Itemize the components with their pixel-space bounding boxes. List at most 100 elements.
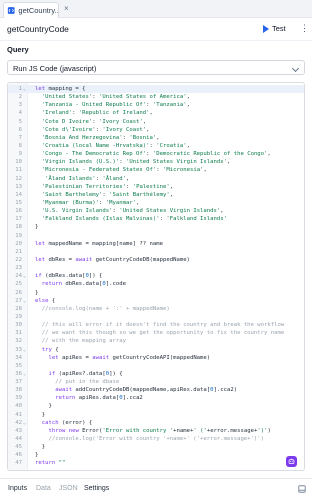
line-number: 45 <box>15 444 22 451</box>
fold-chevron-icon[interactable]: ⌄ <box>23 419 26 427</box>
code-line[interactable]: 2 'United States': 'United States of Ame… <box>8 93 304 101</box>
test-button[interactable]: Test <box>263 24 286 33</box>
code-line[interactable]: 37 // put in the dbase <box>8 378 304 386</box>
code-text: let apiRes = await getCountryCodeAPI(map… <box>48 354 211 361</box>
expand-icon[interactable] <box>298 485 306 493</box>
code-line[interactable]: 1 ⌄ let mapping = { <box>8 85 304 94</box>
code-text: 'Virgin Islands (U.S.)': 'United States … <box>41 159 231 166</box>
code-line[interactable]: 22 let dbRes = await getCountryCodeDB(map… <box>8 256 304 264</box>
code-line[interactable]: 25 return dbRes.data[0].code <box>8 280 304 288</box>
fold-chevron-icon[interactable]: ⌄ <box>23 297 26 305</box>
code-text: await addCountryCodeDB(mappedName,apiRes… <box>55 387 238 394</box>
line-number: 16 <box>15 208 22 215</box>
code-line[interactable]: 15 'Myanmar (Burma)': 'Myanmar', <box>8 199 304 207</box>
code-line[interactable]: 33 ⌄ try { <box>8 346 304 354</box>
code-line[interactable]: 16 'U.S. Virgin Islands': 'United States… <box>8 207 304 215</box>
code-line[interactable]: 47 return "" <box>8 459 304 467</box>
code-line[interactable]: 32 // with the mapping array <box>8 337 304 345</box>
fold-chevron-icon[interactable]: ⌄ <box>23 370 26 378</box>
code-line[interactable]: 44 //console.log('Error with country '+n… <box>8 435 304 443</box>
code-text: // this will error if it doesn't find th… <box>41 322 285 329</box>
code-line[interactable]: 43 throw new Error('Error with country '… <box>8 427 304 435</box>
line-number: 11 <box>15 167 22 174</box>
code-line[interactable]: 7 'Bosnia And Herzegovina': 'Bosnia', <box>8 134 304 142</box>
line-number: 5 <box>18 118 22 125</box>
tab-settings[interactable]: Settings <box>84 485 109 492</box>
tab-json[interactable]: JSON <box>59 485 78 492</box>
tab-inputs[interactable]: Inputs <box>8 485 27 492</box>
code-line[interactable]: 6 'Cote d\'Ivoire': 'Ivory Coast', <box>8 126 304 134</box>
code-line[interactable]: 31 // we want this though so we get the … <box>8 329 304 337</box>
code-text: // with the mapping array <box>41 338 126 345</box>
line-number: 9 <box>18 151 22 158</box>
code-editor[interactable]: 1 ⌄ let mapping = {2 'United States': 'Uni… <box>7 82 305 471</box>
code-line[interactable]: 45 } <box>8 443 304 451</box>
code-line[interactable]: 28 //console.log(name + ':' + mappedName… <box>8 305 304 313</box>
code-line[interactable]: 36 ⌄ if (apiRes?.data[0]) { <box>8 370 304 378</box>
code-text: if (dbRes.data[0]) { <box>35 273 103 280</box>
code-line[interactable]: 26} <box>8 289 304 297</box>
code-text: 'Ireland': 'Republic of Ireland', <box>41 110 153 117</box>
code-line[interactable]: 30 // this will error if it doesn't find… <box>8 321 304 329</box>
play-icon <box>263 24 269 33</box>
code-text: else { <box>35 297 56 304</box>
code-line[interactable]: 11 'Micronesia - Federated States Of': '… <box>8 166 304 174</box>
code-line[interactable]: 29 <box>8 313 304 321</box>
code-line[interactable]: 46} <box>8 451 304 459</box>
line-number: 47 <box>15 460 22 467</box>
fold-chevron-icon[interactable]: ⌄ <box>23 272 26 280</box>
code-line[interactable]: 17 'Falkland Islands (Islas Malvinas)': … <box>8 215 304 223</box>
code-line[interactable]: 10 'Virgin Islands (U.S.)': 'United Stat… <box>8 158 304 166</box>
code-line[interactable]: 3 'Tanzania - United Republic Of': 'Tanz… <box>8 101 304 109</box>
code-text: return apiRes.data[0].cca2 <box>55 395 143 402</box>
code-text: catch (error) { <box>41 419 93 426</box>
code-line[interactable]: 35 <box>8 362 304 370</box>
tab-data[interactable]: Data <box>36 485 51 492</box>
code-line[interactable]: 18} <box>8 223 304 231</box>
tab-getcountrycode[interactable]: getCountry... <box>3 2 59 18</box>
code-line[interactable]: 39 return apiRes.data[0].cca2 <box>8 394 304 402</box>
code-line[interactable]: 34 let apiRes = await getCountryCodeAPI(… <box>8 354 304 362</box>
line-number: 15 <box>15 199 22 206</box>
code-text: 'Micronesia - Federated States Of': 'Mic… <box>41 167 207 174</box>
code-text: throw new Error('Error with country '+na… <box>48 427 271 434</box>
code-text: } <box>35 289 39 296</box>
code-line[interactable]: 5 'Cote D Ivoire': 'Ivory Coast', <box>8 118 304 126</box>
code-line[interactable]: 4 'Ireland': 'Republic of Ireland', <box>8 109 304 117</box>
code-line[interactable]: 20 let mappedName = mapping[name] ?? name <box>8 240 304 248</box>
code-line[interactable]: 41 } <box>8 411 304 419</box>
code-line[interactable]: 40 } <box>8 402 304 410</box>
line-number: 2 <box>18 94 22 101</box>
code-line[interactable]: 13 'Palestinian Territories': 'Palestine… <box>8 183 304 191</box>
fold-chevron-icon[interactable]: ⌄ <box>23 85 26 93</box>
resource-select[interactable]: Run JS Code (javascript) <box>7 60 305 75</box>
code-line[interactable]: 8 'Croatia (local Name -Hrvatska)': 'Cro… <box>8 142 304 150</box>
code-line[interactable]: 42 ⌄ catch (error) { <box>8 419 304 427</box>
line-number: 36 <box>15 370 22 377</box>
code-file-icon <box>7 7 15 14</box>
code-line[interactable]: 14 'Saint Barthelemy': 'Saint Barthélemy… <box>8 191 304 199</box>
code-line[interactable]: 12 'Åland Islands': 'Åland', <box>8 175 304 183</box>
assistant-icon[interactable] <box>286 456 297 467</box>
fold-chevron-icon[interactable]: ⌄ <box>23 346 26 354</box>
code-text: //console.log(name + ':' + mappedName) <box>41 305 170 312</box>
code-text: 'U.S. Virgin Islands': 'United States Vi… <box>41 208 224 215</box>
code-line[interactable]: 23 <box>8 264 304 272</box>
code-text: 'Palestinian Territories': 'Palestine', <box>41 183 174 190</box>
close-icon[interactable]: × <box>64 5 69 13</box>
code-line[interactable]: 21 <box>8 248 304 256</box>
resource-select-value: Run JS Code (javascript) <box>13 64 97 73</box>
code-line[interactable]: 19 <box>8 232 304 240</box>
line-number: 32 <box>15 338 22 345</box>
line-number: 24 <box>15 273 22 280</box>
line-number: 34 <box>15 354 22 361</box>
code-line[interactable]: 27 ⌄ else { <box>8 297 304 305</box>
code-line[interactable]: 9 'Congo - The Democratic Rep Of': 'Demo… <box>8 150 304 158</box>
line-number: 41 <box>15 411 22 418</box>
line-number: 30 <box>15 322 22 329</box>
code-line[interactable]: 24 ⌄ if (dbRes.data[0]) { <box>8 272 304 280</box>
kebab-menu-icon[interactable]: ⋮ <box>300 24 309 33</box>
line-number: 28 <box>15 305 22 312</box>
code-line[interactable]: 38 await addCountryCodeDB(mappedName,api… <box>8 386 304 394</box>
line-number: 38 <box>15 387 22 394</box>
